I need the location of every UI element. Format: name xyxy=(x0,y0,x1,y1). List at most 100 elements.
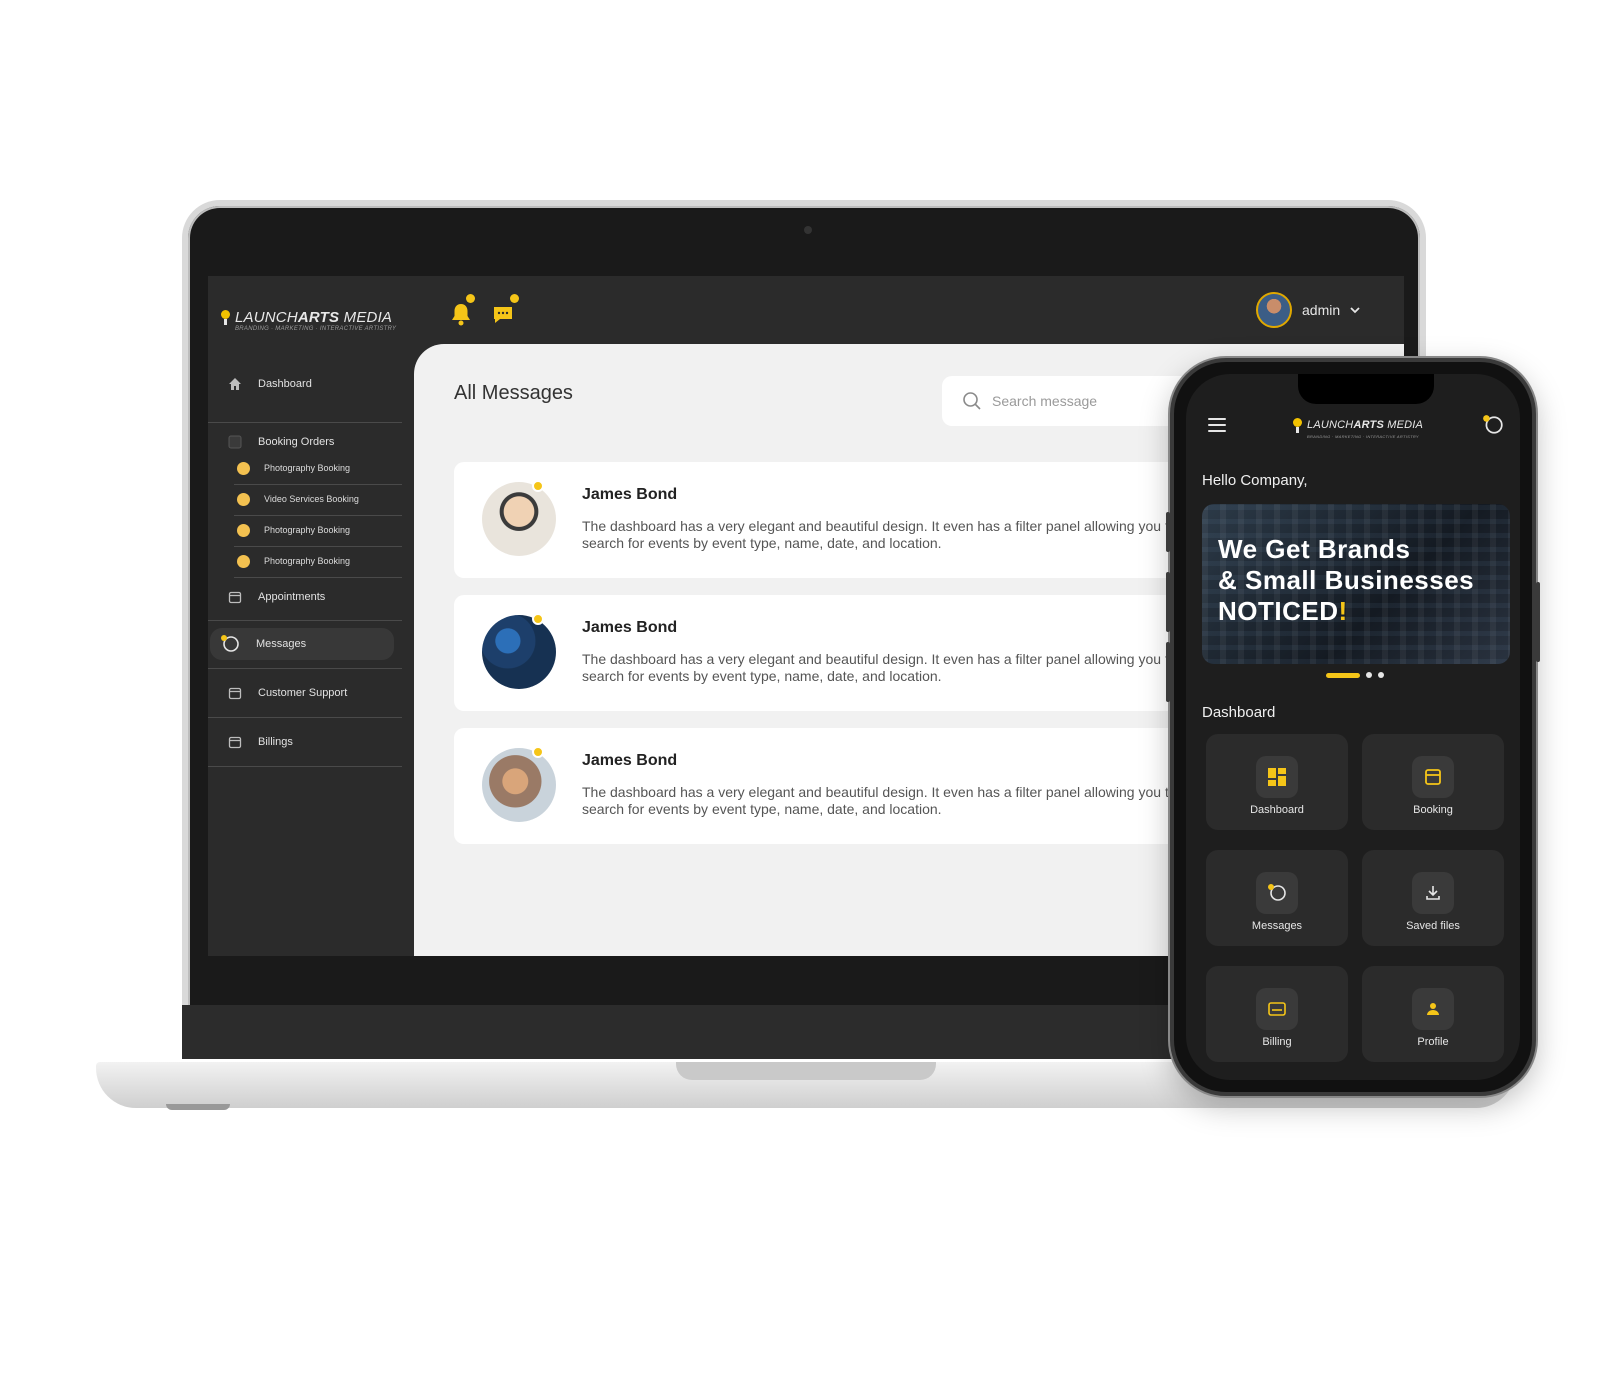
brand-logo[interactable]: LAUNCHARTS MEDIA BRANDING · MARKETING · … xyxy=(1292,418,1423,439)
unread-dot xyxy=(532,746,544,758)
bullet-icon xyxy=(237,492,250,506)
bulb-icon xyxy=(1292,418,1302,434)
tile-label: Booking xyxy=(1413,804,1453,816)
brand-name-bold: ARTS xyxy=(1353,419,1384,431)
sidebar-item-billings[interactable]: Billings xyxy=(208,722,402,762)
tile-label: Messages xyxy=(1251,920,1303,932)
messages-icon xyxy=(1268,884,1286,901)
grid-icon xyxy=(1268,768,1286,786)
sidebar-item-appointments[interactable]: Appointments xyxy=(208,577,402,617)
banner-exclamation: ! xyxy=(1338,596,1348,626)
tile-saved-files[interactable]: Saved files xyxy=(1362,850,1504,946)
phone-button xyxy=(1166,512,1170,552)
sub-item-label: Video Services Booking xyxy=(264,494,359,504)
brand-logo[interactable]: LAUNCHARTS MEDIA BRANDING · MARKETING · … xyxy=(220,310,396,332)
search-icon xyxy=(963,392,981,410)
sender-name: James Bond xyxy=(582,486,678,503)
sidebar-item-customer-support[interactable]: Customer Support xyxy=(208,673,402,713)
brand-name-light: LAUNCH xyxy=(235,309,298,326)
phone-notch xyxy=(1298,374,1434,404)
messages-icon xyxy=(221,635,239,652)
divider xyxy=(208,668,402,669)
section-title: Dashboard xyxy=(1202,704,1276,721)
phone-button xyxy=(1536,582,1540,662)
brand-name-bold: ARTS xyxy=(297,309,340,326)
calendar-icon xyxy=(228,736,242,749)
unread-dot xyxy=(532,613,544,625)
brand-name-rest: MEDIA xyxy=(339,309,393,326)
sub-item-video-services-booking[interactable]: Video Services Booking xyxy=(234,484,402,514)
sidebar-item-label: Appointments xyxy=(258,591,326,603)
tile-profile[interactable]: Profile xyxy=(1362,966,1504,1062)
chat-button[interactable] xyxy=(490,294,520,328)
tile-messages[interactable]: Messages xyxy=(1206,850,1348,946)
laptop-camera xyxy=(804,226,812,234)
tile-dashboard[interactable]: Dashboard xyxy=(1206,734,1348,830)
phone-button xyxy=(1166,642,1170,702)
user-menu[interactable]: admin xyxy=(1256,292,1360,328)
laptop-notch xyxy=(676,1062,936,1080)
calendar-icon xyxy=(228,591,242,604)
avatar xyxy=(482,482,556,556)
notification-dot xyxy=(466,294,475,303)
phone-button xyxy=(1166,572,1170,632)
promo-banner[interactable]: We Get Brands & Small Businesses NOTICED… xyxy=(1202,504,1510,664)
tile-label: Saved files xyxy=(1406,920,1460,932)
download-icon xyxy=(1426,886,1440,900)
brand-name-rest: MEDIA xyxy=(1383,419,1424,431)
divider xyxy=(208,620,402,621)
greeting: Hello Company, xyxy=(1202,472,1308,489)
message-card[interactable]: James Bond The dashboard has a very eleg… xyxy=(454,728,1214,844)
notifications-button[interactable] xyxy=(448,294,478,328)
search-placeholder: Search message xyxy=(992,393,1098,409)
sidebar-item-messages[interactable]: Messages xyxy=(210,628,394,660)
messages-icon[interactable] xyxy=(1482,414,1504,436)
message-preview: The dashboard has a very elegant and bea… xyxy=(582,518,1177,551)
laptop-foot xyxy=(166,1104,230,1110)
sidebar-item-label: Customer Support xyxy=(258,687,348,699)
bullet-icon xyxy=(237,523,250,537)
divider xyxy=(208,717,402,718)
carousel-dot xyxy=(1378,672,1384,678)
sidebar-item-label: Dashboard xyxy=(258,378,312,390)
tile-billing[interactable]: Billing xyxy=(1206,966,1348,1062)
sub-item-photography-booking[interactable]: Photography Booking xyxy=(234,515,402,545)
sidebar-item-label: Messages xyxy=(256,638,307,650)
sub-item-label: Photography Booking xyxy=(264,556,351,566)
tile-label: Profile xyxy=(1417,1036,1449,1048)
carousel-indicator[interactable] xyxy=(1326,672,1384,678)
bell-icon xyxy=(452,304,470,326)
avatar xyxy=(482,615,556,689)
tile-label: Dashboard xyxy=(1250,804,1304,816)
avatar xyxy=(1256,292,1292,328)
booking-icon xyxy=(1425,769,1441,785)
tile-label: Billing xyxy=(1262,1036,1292,1048)
chevron-down-icon xyxy=(1350,307,1360,314)
sender-name: James Bond xyxy=(582,619,678,636)
chat-dot xyxy=(510,294,519,303)
brand-name-light: LAUNCH xyxy=(1307,419,1354,431)
message-preview: The dashboard has a very elegant and bea… xyxy=(582,784,1177,817)
tile-booking[interactable]: Booking xyxy=(1362,734,1504,830)
chat-icon xyxy=(494,307,512,323)
message-card[interactable]: James Bond The dashboard has a very eleg… xyxy=(454,595,1214,711)
page-title: All Messages xyxy=(454,382,573,404)
checkbox-icon xyxy=(228,435,242,449)
sidebar-item-label: Booking Orders xyxy=(258,436,335,448)
sidebar-item-dashboard[interactable]: Dashboard xyxy=(208,364,402,404)
banner-line: & Small Businesses xyxy=(1218,565,1475,595)
sidebar-item-label: Billings xyxy=(258,736,293,748)
mobile-app: LAUNCHARTS MEDIA BRANDING · MARKETING · … xyxy=(1186,374,1520,1080)
user-name: admin xyxy=(1302,302,1341,318)
sub-item-photography-booking[interactable]: Photography Booking xyxy=(234,546,402,576)
card-icon xyxy=(1268,1002,1286,1016)
brand-tagline: BRANDING · MARKETING · INTERACTIVE ARTIS… xyxy=(235,326,397,332)
bullet-icon xyxy=(237,461,250,475)
sub-item-photography-booking[interactable]: Photography Booking xyxy=(234,453,402,483)
unread-dot xyxy=(532,480,544,492)
sender-name: James Bond xyxy=(582,752,678,769)
avatar xyxy=(482,748,556,822)
hamburger-icon[interactable] xyxy=(1208,418,1226,436)
banner-line: NOTICED xyxy=(1218,596,1339,626)
message-card[interactable]: James Bond The dashboard has a very eleg… xyxy=(454,462,1214,578)
